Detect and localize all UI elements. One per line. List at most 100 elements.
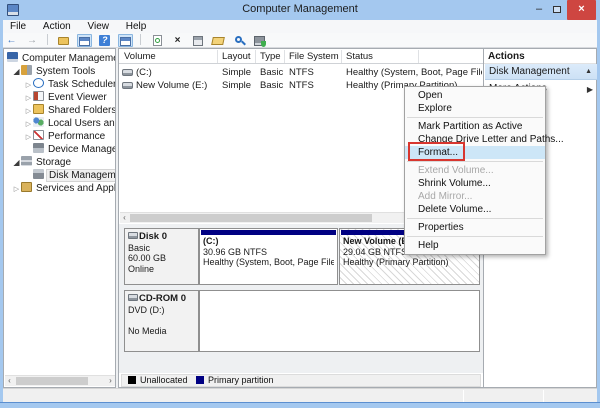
disk-management-icon xyxy=(33,169,44,179)
column-status[interactable]: Status xyxy=(346,51,373,62)
cdrom0-content-area[interactable] xyxy=(199,290,480,352)
minimize-button[interactable]: – xyxy=(531,0,547,20)
storage-icon xyxy=(21,156,32,166)
console-tree-icon[interactable] xyxy=(76,34,92,47)
local-users-groups-icon xyxy=(33,117,44,127)
event-viewer-icon xyxy=(33,91,44,101)
menu-separator xyxy=(407,161,543,162)
status-bar xyxy=(3,388,597,402)
shared-folders-icon xyxy=(33,104,44,114)
help-icon[interactable]: ? xyxy=(97,34,112,47)
folder-icon[interactable] xyxy=(56,34,71,47)
column-type[interactable]: Type xyxy=(260,51,281,62)
tree-item-local-users-groups[interactable]: ▷Local Users and Groups xyxy=(4,117,115,130)
scrollbar-thumb[interactable] xyxy=(130,214,372,222)
properties-icon[interactable] xyxy=(191,34,206,47)
expander-expanded-icon[interactable]: ◢ xyxy=(12,65,21,78)
scroll-left-icon[interactable]: ‹ xyxy=(120,213,129,223)
expander-collapsed-icon[interactable]: ▷ xyxy=(12,183,21,195)
open-folder-icon[interactable] xyxy=(211,34,226,47)
tree-item-event-viewer[interactable]: ▷ Event Viewer xyxy=(4,91,115,104)
title-bar[interactable]: Computer Management – × xyxy=(0,0,600,20)
device-manager-icon xyxy=(33,143,44,153)
computer-management-window: Computer Management – × File Action View… xyxy=(0,0,600,408)
cdrom0-label-box[interactable]: CD-ROM 0 DVD (D:) No Media xyxy=(124,290,199,352)
tree-item-computer-management[interactable]: Computer Management (Local xyxy=(4,52,115,65)
refresh-icon[interactable] xyxy=(150,34,165,47)
expander-collapsed-icon[interactable]: ▷ xyxy=(24,131,33,143)
window-title: Computer Management xyxy=(242,3,358,15)
menu-bar: File Action View Help xyxy=(3,20,597,33)
menu-item-extend-volume: Extend Volume... xyxy=(418,165,494,176)
menu-item-properties[interactable]: Properties xyxy=(405,221,545,234)
window-border xyxy=(0,402,600,408)
column-layout[interactable]: Layout xyxy=(222,51,251,62)
expander-collapsed-icon[interactable]: ▷ xyxy=(24,92,33,104)
task-scheduler-icon xyxy=(33,78,44,88)
delete-icon[interactable]: × xyxy=(170,34,185,47)
menu-file[interactable]: File xyxy=(3,20,33,33)
menu-item-help[interactable]: Help xyxy=(405,239,545,252)
menu-item-shrink-volume[interactable]: Shrink Volume... xyxy=(405,177,545,190)
scroll-right-icon[interactable]: › xyxy=(106,376,115,386)
find-icon[interactable] xyxy=(231,34,247,47)
expander-collapsed-icon[interactable]: ▷ xyxy=(24,118,33,130)
expander-collapsed-icon[interactable]: ▷ xyxy=(24,105,33,117)
scrollbar-thumb[interactable] xyxy=(16,377,88,385)
primary-partition-legend-swatch xyxy=(196,376,205,384)
menu-item-explore[interactable]: Explore xyxy=(405,102,545,115)
tree-item-task-scheduler[interactable]: ▷ Task Scheduler xyxy=(4,78,115,91)
computer-management-icon xyxy=(7,52,18,62)
menu-item-open[interactable]: Open xyxy=(405,89,545,102)
disk-icon xyxy=(128,232,138,239)
volume-list-header: Volume Layout Type File System Status xyxy=(119,49,483,64)
volume-row-c[interactable]: (C:) Simple Basic NTFS Healthy (System, … xyxy=(119,66,483,79)
tree-item-shared-folders[interactable]: ▷ Shared Folders xyxy=(4,104,115,117)
context-menu: Open Explore Mark Partition as Active Ch… xyxy=(404,86,564,255)
collapse-icon[interactable]: ▲ xyxy=(585,64,592,80)
security-icon[interactable] xyxy=(252,34,267,47)
partition-c[interactable]: (C:) 30.96 GB NTFS Healthy (System, Boot… xyxy=(199,228,338,285)
tree-item-disk-management[interactable]: Disk Management xyxy=(4,169,115,182)
volume-icon xyxy=(122,69,133,76)
volume-icon xyxy=(122,82,133,89)
forward-icon[interactable]: → xyxy=(24,34,39,47)
menu-separator xyxy=(407,117,543,118)
annotation-red-box xyxy=(408,142,465,161)
disk0-label-box[interactable]: Disk 0 Basic 60.00 GB Online xyxy=(124,228,199,285)
submenu-arrow-icon: ▶ xyxy=(586,85,593,94)
tree-item-system-tools[interactable]: ◢ System Tools xyxy=(4,65,115,78)
action-pane-icon[interactable] xyxy=(117,34,133,47)
tree-item-performance[interactable]: ▷ Performance xyxy=(4,130,115,143)
menu-help[interactable]: Help xyxy=(119,20,154,33)
maximize-button[interactable] xyxy=(549,0,565,20)
close-button[interactable]: × xyxy=(567,0,596,20)
column-volume[interactable]: Volume xyxy=(124,51,156,62)
toolbar-separator xyxy=(140,34,142,45)
tree-item-services-applications[interactable]: ▷Services and Applications xyxy=(4,182,115,195)
services-applications-icon xyxy=(21,182,32,192)
menu-separator xyxy=(407,218,543,219)
tree-item-device-manager[interactable]: Device Manager xyxy=(4,143,115,156)
legend-bar: Unallocated Primary partition xyxy=(121,374,481,387)
toolbar: ← → ? × xyxy=(3,33,597,48)
toolbar-separator xyxy=(46,34,48,45)
menu-item-mark-partition-active[interactable]: Mark Partition as Active xyxy=(405,120,545,133)
tree-item-storage[interactable]: ◢ Storage xyxy=(4,156,115,169)
menu-separator xyxy=(407,236,543,237)
window-border xyxy=(0,20,3,402)
back-icon[interactable]: ← xyxy=(4,34,19,47)
system-tools-icon xyxy=(21,65,32,75)
column-file-system[interactable]: File System xyxy=(289,51,339,62)
menu-item-delete-volume[interactable]: Delete Volume... xyxy=(405,203,545,216)
expander-collapsed-icon[interactable]: ▷ xyxy=(24,79,33,91)
expander-expanded-icon[interactable]: ◢ xyxy=(12,156,21,169)
actions-pane-title: Actions xyxy=(488,51,525,62)
menu-action[interactable]: Action xyxy=(36,20,78,33)
menu-view[interactable]: View xyxy=(80,20,116,33)
performance-icon xyxy=(33,130,44,140)
unallocated-legend-swatch xyxy=(128,376,136,384)
actions-disk-management-header[interactable]: Disk Management ▲ xyxy=(485,64,597,80)
tree-horizontal-scrollbar[interactable]: ‹ › xyxy=(5,375,115,386)
scroll-left-icon[interactable]: ‹ xyxy=(5,376,14,386)
